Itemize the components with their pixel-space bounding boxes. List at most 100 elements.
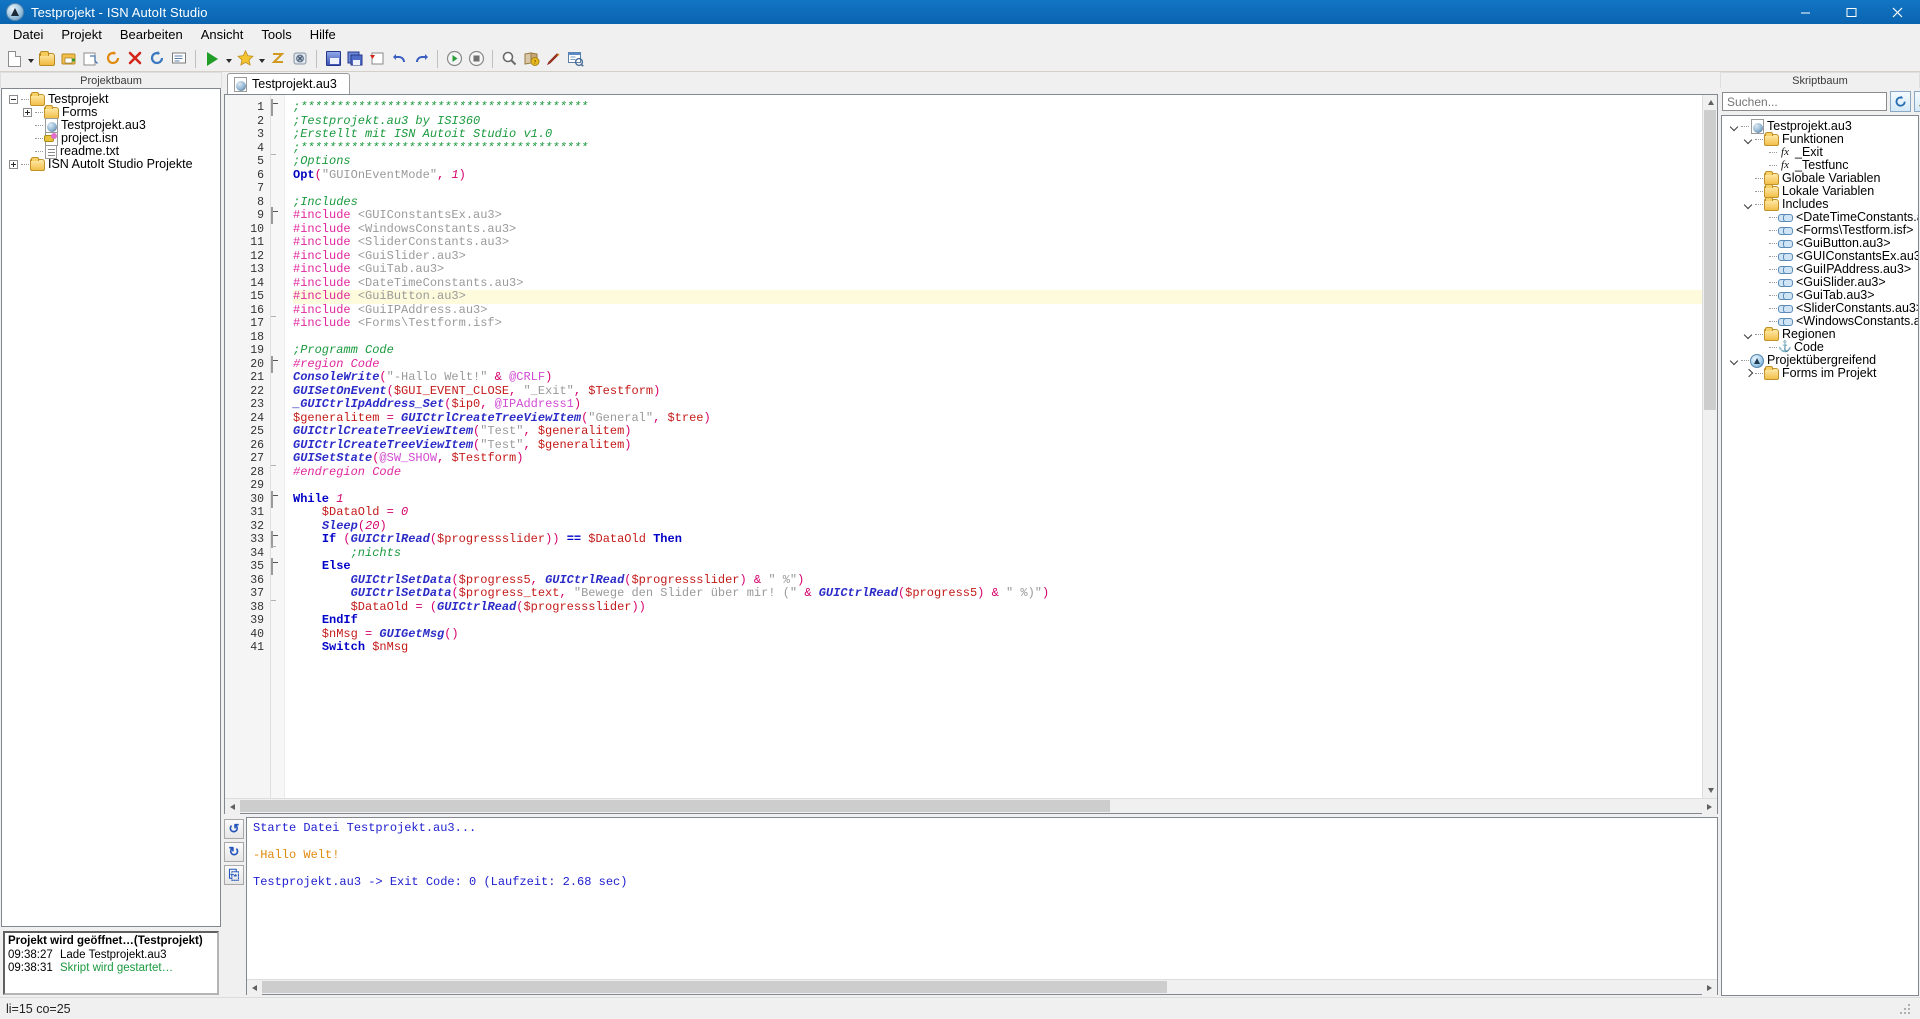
output-scroll-left-button[interactable]: [247, 980, 262, 995]
tree-item[interactable]: Forms im Projekt: [1728, 365, 1918, 380]
tree-item[interactable]: ISN AutoIt Studio Projekte: [8, 156, 220, 171]
output-scroll-track[interactable]: [262, 980, 1702, 994]
refresh-icon[interactable]: [1890, 91, 1911, 112]
code-line[interactable]: #include <GuiTab.au3>: [293, 262, 1702, 277]
delete-icon[interactable]: [124, 48, 146, 70]
code-line[interactable]: [293, 182, 1702, 196]
code-line[interactable]: ;Includes: [293, 195, 1702, 210]
horizontal-scroll-thumb[interactable]: [240, 800, 1110, 812]
code-line[interactable]: #include <GuiIPAddress.au3>: [293, 303, 1702, 318]
new-file-dropdown-icon[interactable]: [25, 48, 36, 70]
log-panel[interactable]: Projekt wird geöffnet…(Testprojekt) 09:3…: [3, 931, 219, 995]
debug-run-icon[interactable]: [443, 48, 465, 70]
tree-expander-icon[interactable]: [8, 158, 21, 171]
maximize-button[interactable]: [1828, 0, 1874, 24]
fold-marker[interactable]: [271, 558, 284, 575]
vertical-scroll-thumb[interactable]: [1704, 110, 1716, 410]
code-line[interactable]: ;Erstellt mit ISN Autoit Studio v1.0: [293, 127, 1702, 142]
scroll-up-button[interactable]: [1703, 95, 1717, 110]
favorites-icon[interactable]: [234, 48, 256, 70]
project-tree[interactable]: Testprojekt Forms Testprojekt.au3 project.i…: [1, 88, 221, 927]
tree-item[interactable]: Testprojekt: [8, 91, 220, 106]
code-line[interactable]: #include <GuiSlider.au3>: [293, 249, 1702, 264]
script-tree[interactable]: Testprojekt.au3 Funktionen fx _Exit fx _Testf…: [1721, 115, 1919, 996]
compile-icon[interactable]: [289, 48, 311, 70]
code-line[interactable]: ;***************************************…: [293, 141, 1702, 156]
minimize-button[interactable]: [1782, 0, 1828, 24]
menu-ansicht[interactable]: Ansicht: [192, 25, 253, 45]
code-line[interactable]: #include <GuiButton.au3>: [293, 289, 1702, 304]
code-line[interactable]: $nMsg = GUIGetMsg(): [293, 627, 1702, 642]
close-file-icon[interactable]: [366, 48, 388, 70]
editor-horizontal-scrollbar[interactable]: [225, 798, 1717, 814]
fold-marker[interactable]: [271, 490, 284, 508]
code-line[interactable]: ;Testprojekt.au3 by ISI360: [293, 114, 1702, 129]
open-folder-icon[interactable]: [36, 48, 58, 70]
code-line[interactable]: $DataOld = 0: [293, 505, 1702, 520]
chevron-down-icon[interactable]: [1742, 198, 1755, 211]
redo-output-icon[interactable]: ↻: [224, 842, 244, 862]
code-line[interactable]: Sleep(20): [293, 519, 1702, 534]
code-text[interactable]: ;***************************************…: [285, 95, 1702, 798]
menu-hilfe[interactable]: Hilfe: [301, 25, 345, 45]
code-line[interactable]: GUICtrlCreateTreeViewItem("Test", $gener…: [293, 424, 1702, 439]
fold-marker[interactable]: [271, 355, 284, 373]
code-line[interactable]: ;nichts: [293, 546, 1702, 561]
code-line[interactable]: #include <WindowsConstants.au3>: [293, 222, 1702, 237]
chevron-down-icon[interactable]: [1728, 120, 1741, 133]
menu-datei[interactable]: Datei: [4, 25, 52, 45]
color-picker-icon[interactable]: [542, 48, 564, 70]
save-all-icon[interactable]: [344, 48, 366, 70]
resize-grip-icon[interactable]: [1898, 1001, 1912, 1016]
output-horizontal-scrollbar[interactable]: [247, 979, 1717, 995]
close-button[interactable]: [1874, 0, 1920, 24]
code-line[interactable]: GUICtrlSetData($progress_text, "Bewege d…: [293, 586, 1702, 601]
search-input[interactable]: [1722, 92, 1887, 111]
tools-icon[interactable]: [1914, 91, 1920, 112]
code-folding-column[interactable]: [271, 95, 285, 798]
code-line[interactable]: #include <Forms\Testform.isf>: [293, 316, 1702, 331]
fold-marker[interactable]: [271, 531, 284, 548]
output-scroll-thumb[interactable]: [262, 981, 1167, 993]
code-line[interactable]: GUICtrlCreateTreeViewItem("Test", $gener…: [293, 438, 1702, 453]
reload-icon[interactable]: [146, 48, 168, 70]
new-file-icon[interactable]: [3, 48, 25, 70]
rerun-output-icon[interactable]: ↺: [224, 819, 244, 839]
code-line[interactable]: [293, 331, 1702, 345]
code-line[interactable]: Else: [293, 559, 1702, 574]
chevron-down-icon[interactable]: [1728, 354, 1741, 367]
chevron-right-icon[interactable]: [1742, 367, 1755, 380]
run-script-dropdown-icon[interactable]: [223, 48, 234, 70]
code-line[interactable]: If (GUICtrlRead($progressslider)) == $Da…: [293, 532, 1702, 547]
save-icon[interactable]: [322, 48, 344, 70]
code-line[interactable]: ;***************************************…: [293, 100, 1702, 115]
code-line[interactable]: ConsoleWrite("-Hallo Welt!" & @CRLF): [293, 370, 1702, 385]
code-line[interactable]: $generalitem = GUICtrlCreateTreeViewItem…: [293, 411, 1702, 426]
code-line[interactable]: GUISetOnEvent($GUI_EVENT_CLOSE, "_Exit",…: [293, 384, 1702, 399]
code-line[interactable]: #include <DateTimeConstants.au3>: [293, 276, 1702, 291]
code-line[interactable]: GUISetState(@SW_SHOW, $Testform): [293, 451, 1702, 466]
code-line[interactable]: #include <GUIConstantsEx.au3>: [293, 208, 1702, 223]
code-line[interactable]: While 1: [293, 492, 1702, 507]
run-script-icon[interactable]: [201, 48, 223, 70]
scroll-right-button[interactable]: [1702, 799, 1717, 814]
menu-projekt[interactable]: Projekt: [52, 25, 110, 45]
code-line[interactable]: #include <SliderConstants.au3>: [293, 235, 1702, 250]
fold-marker[interactable]: [271, 207, 284, 224]
search-icon[interactable]: [498, 48, 520, 70]
undo-icon[interactable]: [388, 48, 410, 70]
fold-marker[interactable]: [271, 99, 284, 116]
save-project-icon[interactable]: [58, 48, 80, 70]
code-line[interactable]: #region Code: [293, 357, 1702, 372]
code-line[interactable]: #endregion Code: [293, 465, 1702, 480]
redo-icon[interactable]: [410, 48, 432, 70]
tidy-icon[interactable]: [267, 48, 289, 70]
properties-icon[interactable]: [168, 48, 190, 70]
tab-testprojekt-au3[interactable]: Testprojekt.au3: [227, 73, 350, 94]
code-line[interactable]: Switch $nMsg: [293, 640, 1702, 655]
save-as-icon[interactable]: [80, 48, 102, 70]
form-designer-icon[interactable]: [564, 48, 586, 70]
code-line[interactable]: _GUICtrlIpAddress_Set($ip0, @IPAddress1): [293, 397, 1702, 412]
horizontal-scroll-track[interactable]: [240, 799, 1702, 813]
chevron-down-icon[interactable]: [1742, 133, 1755, 146]
